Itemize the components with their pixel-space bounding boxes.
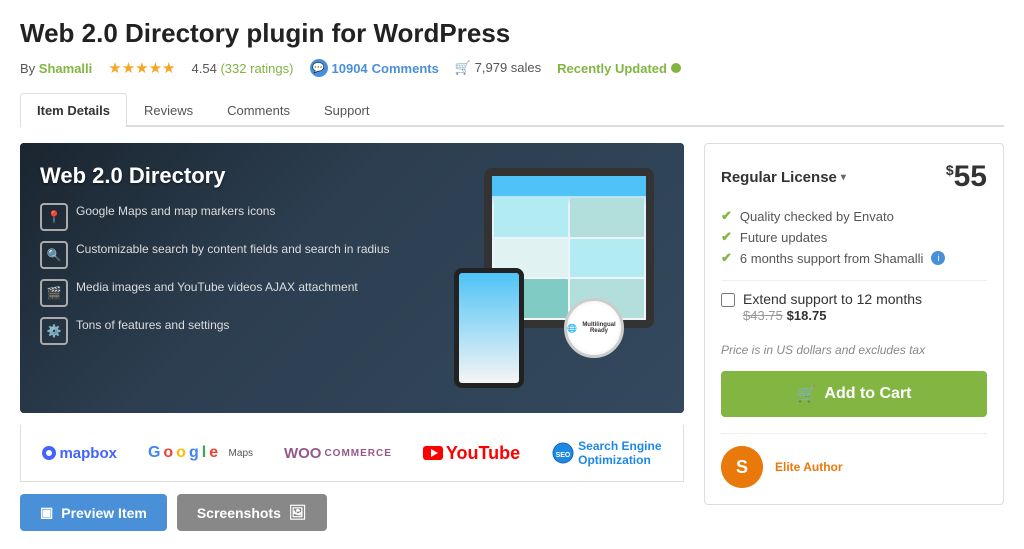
svg-text:S: S: [736, 457, 748, 477]
extend-support-text: Extend support to 12 months $43.75 $18.7…: [743, 291, 922, 323]
tab-item-details[interactable]: Item Details: [20, 93, 127, 127]
cart-icon: 🛒: [796, 384, 816, 404]
old-price: $43.75: [743, 308, 783, 323]
tax-note: Price is in US dollars and excludes tax: [721, 343, 987, 357]
list-item: ✔ 6 months support from Shamalli i: [721, 250, 987, 266]
mapbox-logo: mapbox: [42, 445, 117, 462]
tab-support[interactable]: Support: [307, 93, 387, 127]
tab-reviews[interactable]: Reviews: [127, 93, 210, 127]
new-price: $18.75: [787, 308, 827, 323]
banner-title: Web 2.0 Directory: [40, 163, 424, 189]
rating-value: 4.54 (332 ratings): [192, 61, 294, 76]
extend-support-row: Extend support to 12 months $43.75 $18.7…: [721, 280, 987, 333]
left-column: Web 2.0 Directory 📍 Google Maps and map …: [20, 143, 684, 531]
check-icon: ✔: [721, 208, 732, 224]
author-prefix: By Shamalli: [20, 61, 92, 76]
list-item: 🎬 Media images and YouTube videos AJAX a…: [40, 279, 424, 307]
search-icon: 🔍: [40, 241, 68, 269]
svg-text:SEO: SEO: [556, 452, 571, 459]
comments-icon: 💬: [310, 59, 328, 77]
page-title: Web 2.0 Directory plugin for WordPress: [20, 18, 1004, 49]
phone-mockup: [454, 268, 524, 388]
partner-logos-row: mapbox Google Maps WOOCOMMERCE YouTube S…: [20, 425, 684, 482]
screenshots-button[interactable]: Screenshots 🖼: [177, 494, 327, 531]
seo-logo: SEO Search EngineOptimization: [551, 439, 661, 467]
recently-updated-badge: Recently Updated: [557, 61, 681, 76]
dropdown-icon: ▾: [841, 172, 846, 183]
list-item: 🔍 Customizable search by content fields …: [40, 241, 424, 269]
extend-support-checkbox[interactable]: [721, 293, 735, 307]
main-content: Web 2.0 Directory 📍 Google Maps and map …: [20, 127, 1004, 531]
device-mockup-column: 🌐Multilingual Ready: [444, 163, 664, 393]
preview-item-button[interactable]: ▣ Preview Item: [20, 494, 167, 531]
add-to-cart-button[interactable]: 🛒 Add to Cart: [721, 371, 987, 417]
sales-count: 🛒 7,979 sales: [455, 60, 541, 76]
right-column: Regular License ▾ $55 ✔ Quality checked …: [704, 143, 1004, 531]
elite-author-badge: Elite Author: [775, 460, 843, 474]
list-item: ✔ Quality checked by Envato: [721, 208, 987, 224]
author-avatar: S: [721, 446, 763, 488]
price-display: $55: [946, 160, 987, 194]
purchase-box: Regular License ▾ $55 ✔ Quality checked …: [704, 143, 1004, 505]
devices-container: 🌐Multilingual Ready: [454, 168, 654, 388]
plugin-banner: Web 2.0 Directory 📍 Google Maps and map …: [20, 143, 684, 413]
stars: ★★★★★: [108, 59, 175, 77]
multilingual-seal: 🌐Multilingual Ready: [564, 298, 624, 358]
list-item: 📍 Google Maps and map markers icons: [40, 203, 424, 231]
list-item: ✔ Future updates: [721, 229, 987, 245]
location-icon: 📍: [40, 203, 68, 231]
info-icon[interactable]: i: [931, 251, 945, 265]
ratings-link[interactable]: (332 ratings): [220, 61, 293, 76]
action-buttons: ▣ Preview Item Screenshots 🖼: [20, 494, 684, 531]
settings-icon: ⚙️: [40, 317, 68, 345]
google-maps-logo: Google Maps: [148, 444, 253, 462]
meta-row: By Shamalli ★★★★★ 4.54 (332 ratings) 💬 1…: [20, 59, 1004, 77]
license-price-row: Regular License ▾ $55: [721, 160, 987, 194]
youtube-logo: YouTube: [423, 443, 520, 464]
comments-link[interactable]: 💬 10904 Comments: [310, 59, 439, 77]
feature-list: 📍 Google Maps and map markers icons 🔍 Cu…: [40, 203, 424, 345]
preview-icon: ▣: [40, 504, 53, 521]
author-info: Elite Author: [775, 460, 843, 474]
image-icon: 🖼: [289, 504, 307, 521]
updated-dot-icon: [671, 63, 681, 73]
features-checklist: ✔ Quality checked by Envato ✔ Future upd…: [721, 208, 987, 266]
tabs-container: Item Details Reviews Comments Support: [20, 93, 1004, 127]
check-icon: ✔: [721, 250, 732, 266]
woocommerce-logo: WOOCOMMERCE: [284, 445, 392, 462]
tab-comments[interactable]: Comments: [210, 93, 307, 127]
license-label[interactable]: Regular License ▾: [721, 169, 846, 186]
check-icon: ✔: [721, 229, 732, 245]
media-icon: 🎬: [40, 279, 68, 307]
plugin-text-column: Web 2.0 Directory 📍 Google Maps and map …: [40, 163, 424, 393]
author-box: S Elite Author: [721, 433, 987, 488]
author-link[interactable]: Shamalli: [39, 61, 92, 76]
list-item: ⚙️ Tons of features and settings: [40, 317, 424, 345]
